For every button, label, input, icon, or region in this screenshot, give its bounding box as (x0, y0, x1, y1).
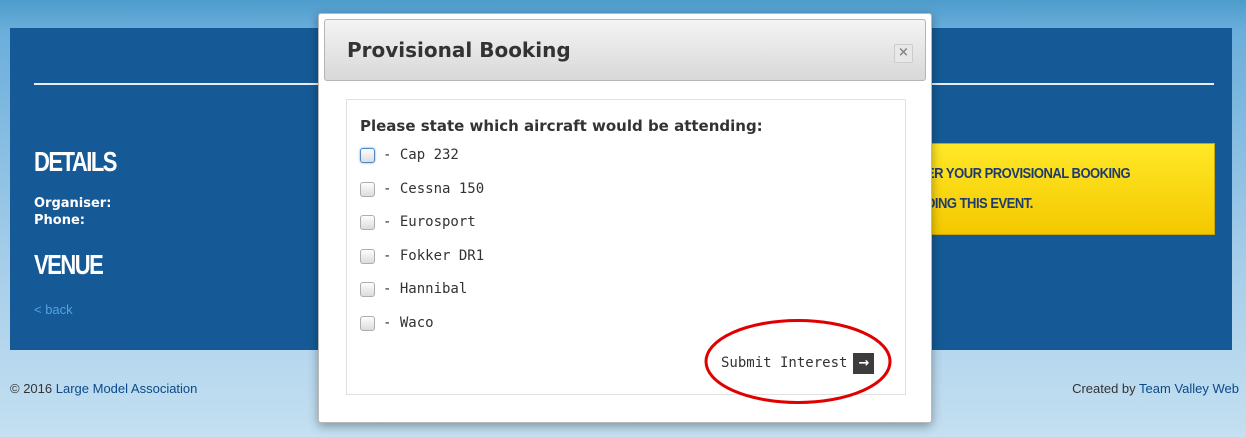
aircraft-option-fokker-dr1[interactable]: - Fokker DR1 (360, 248, 484, 282)
provisional-booking-dialog: Provisional Booking × Please state which… (318, 13, 932, 423)
checkbox[interactable] (360, 148, 375, 163)
venue-heading: VENUE (34, 249, 104, 281)
copyright: © 2016 Large Model Association (10, 381, 197, 396)
details-heading: DETAILS (34, 146, 117, 178)
organiser-label: Organiser: (34, 196, 112, 211)
credit-prefix: Created by (1072, 381, 1136, 396)
association-link[interactable]: Large Model Association (56, 381, 198, 396)
checkbox[interactable] (360, 181, 375, 197)
submit-label: Submit Interest (721, 355, 848, 371)
notice-line: DING THIS EVENT. (926, 194, 1033, 212)
close-icon[interactable]: × (894, 44, 913, 63)
team-valley-web-link[interactable]: Team Valley Web (1139, 381, 1239, 396)
aircraft-option-hannibal[interactable]: - Hannibal (360, 281, 484, 315)
aircraft-label: - Eurosport (383, 214, 476, 231)
aircraft-label: - Cessna 150 (383, 180, 485, 197)
aircraft-list: - Cap 232 - Cessna 150 - Eurosport - Fok… (360, 147, 484, 349)
copyright-prefix: © 2016 (10, 381, 53, 396)
checkbox[interactable] (360, 215, 375, 231)
aircraft-label: - Hannibal (383, 281, 468, 298)
submit-interest-button[interactable]: Submit Interest → (721, 351, 875, 375)
dialog-body: Please state which aircraft would be att… (346, 99, 906, 395)
arrow-right-icon: → (853, 352, 875, 374)
booking-notice: ER YOUR PROVISIONAL BOOKING DING THIS EV… (925, 143, 1215, 235)
checkbox[interactable] (360, 282, 375, 298)
aircraft-option-eurosport[interactable]: - Eurosport (360, 214, 484, 248)
back-link[interactable]: < back (34, 302, 73, 317)
credit: Created by Team Valley Web (1072, 381, 1239, 396)
dialog-title: Provisional Booking (347, 38, 571, 62)
aircraft-prompt: Please state which aircraft would be att… (360, 117, 763, 135)
aircraft-option-waco[interactable]: - Waco (360, 315, 484, 349)
aircraft-label: - Cap 232 (383, 147, 459, 163)
aircraft-option-cap-232[interactable]: - Cap 232 (360, 147, 484, 181)
checkbox[interactable] (360, 248, 375, 264)
notice-line: ER YOUR PROVISIONAL BOOKING (926, 164, 1131, 182)
dialog-header: Provisional Booking × (324, 19, 926, 81)
checkbox[interactable] (360, 315, 375, 331)
aircraft-label: - Fokker DR1 (383, 247, 485, 264)
aircraft-label: - Waco (383, 314, 434, 331)
aircraft-option-cessna-150[interactable]: - Cessna 150 (360, 181, 484, 215)
phone-label: Phone: (34, 213, 85, 228)
